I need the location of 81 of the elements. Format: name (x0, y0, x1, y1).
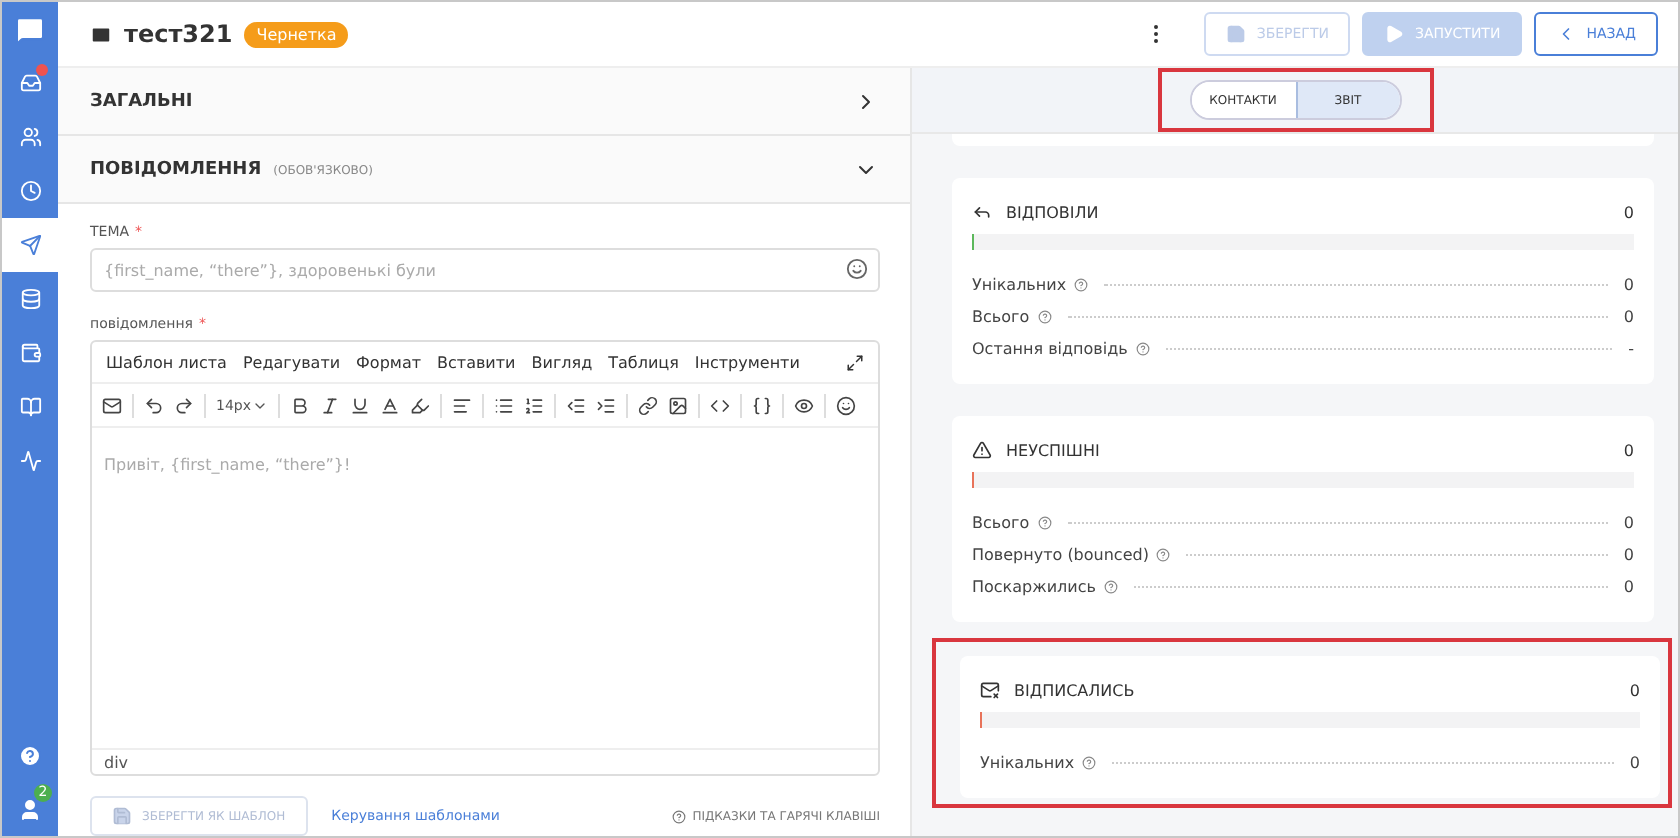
menu-item[interactable]: Редагувати (242, 353, 341, 371)
reply-icon (972, 202, 992, 222)
stat-label: Поскаржились (972, 577, 1096, 595)
database-icon[interactable] (19, 288, 41, 310)
redo-icon[interactable] (174, 395, 194, 415)
stat-label: Повернуто (bounced) (972, 545, 1149, 563)
card-total: 0 (1629, 681, 1640, 699)
menu-item[interactable]: Таблиця (608, 353, 679, 371)
users-icon[interactable] (19, 126, 41, 148)
mail-x-icon (980, 680, 1000, 700)
braces-icon[interactable] (751, 395, 771, 415)
stat-label: Всього (972, 307, 1030, 325)
stat-label: Всього (972, 513, 1030, 531)
book-icon[interactable] (19, 396, 41, 418)
card-title: НЕУСПІШНІ (1006, 441, 1102, 459)
card-total: 0 (1623, 441, 1634, 459)
highlighter-icon[interactable] (409, 395, 429, 415)
stat-label: Унікальних (980, 753, 1075, 771)
send-icon[interactable] (19, 234, 41, 256)
stat-value: 0 (1623, 545, 1634, 563)
save-icon (1226, 24, 1247, 44)
stat-value: 0 (1623, 513, 1634, 531)
chat-logo-icon (14, 13, 46, 45)
underline-icon[interactable] (349, 395, 369, 415)
pulse-icon[interactable] (19, 450, 41, 472)
element-path: div (104, 753, 129, 771)
warning-icon (972, 440, 992, 460)
notification-dot (36, 64, 48, 76)
help-icon (672, 809, 687, 823)
help-icon (1135, 341, 1150, 355)
stat-value: 0 (1623, 275, 1634, 293)
help-icon (1082, 755, 1097, 769)
help-icon (1037, 515, 1052, 529)
inbox-icon[interactable] (19, 72, 41, 94)
section-title: ПОВІДОМЛЕННЯ (90, 159, 262, 179)
image-icon[interactable] (667, 395, 687, 415)
stat-value: 0 (1623, 307, 1634, 325)
emoji-icon[interactable] (835, 395, 855, 415)
section-title: ЗАГАЛЬНІ (90, 91, 193, 111)
menu-item[interactable]: Шаблон листа (106, 353, 227, 371)
menu-item[interactable]: Вигляд (531, 353, 593, 371)
save-icon (112, 806, 132, 826)
help-icon (1156, 547, 1171, 561)
sidebar-item[interactable] (2, 218, 58, 272)
text-color-icon[interactable] (379, 395, 399, 415)
help-icon (1103, 579, 1118, 593)
help-icon (18, 743, 42, 767)
link-icon[interactable] (637, 395, 657, 415)
preview-icon[interactable] (793, 395, 813, 415)
undo-icon[interactable] (144, 395, 164, 415)
stat-label: Остання відповідь (972, 339, 1128, 357)
bold-icon[interactable] (289, 395, 309, 415)
subject-field[interactable]: {first_name, “there”}, здоровенькі були (90, 248, 880, 292)
menu-item[interactable]: Формат (356, 353, 422, 371)
stat-value: - (1628, 339, 1634, 357)
help-icon (1037, 309, 1052, 323)
fullscreen-icon (846, 353, 864, 371)
indent-icon[interactable] (595, 395, 615, 415)
play-icon (1384, 24, 1405, 44)
stat-label: Унікальних (972, 275, 1067, 293)
code-icon[interactable] (709, 395, 729, 415)
status-badge: Чернетка (244, 21, 349, 47)
stat-value: 0 (1623, 577, 1634, 595)
outdent-icon[interactable] (565, 395, 585, 415)
align-left-icon[interactable] (451, 395, 471, 415)
editor-placeholder: Привіт, {first_name, “there”}! (104, 456, 351, 474)
card-title: ВІДПИСАЛИСЬ (1014, 681, 1137, 699)
section-header[interactable]: ЗАГАЛЬНІ (58, 68, 910, 136)
card-title: ВІДПОВІЛИ (1006, 203, 1101, 221)
italic-icon[interactable] (319, 395, 339, 415)
help-icon (1074, 277, 1089, 291)
menu-item[interactable]: Інструменти (694, 353, 800, 371)
wallet-icon[interactable] (19, 342, 41, 364)
user-icon (18, 797, 42, 821)
card-total: 0 (1623, 203, 1634, 221)
clock-icon[interactable] (19, 180, 41, 202)
stat-value: 0 (1629, 753, 1640, 771)
numbered-list-icon[interactable] (523, 395, 543, 415)
emoji-icon (846, 258, 868, 280)
page-title: тест321 (124, 20, 233, 48)
menu-item[interactable]: Вставити (437, 353, 516, 371)
